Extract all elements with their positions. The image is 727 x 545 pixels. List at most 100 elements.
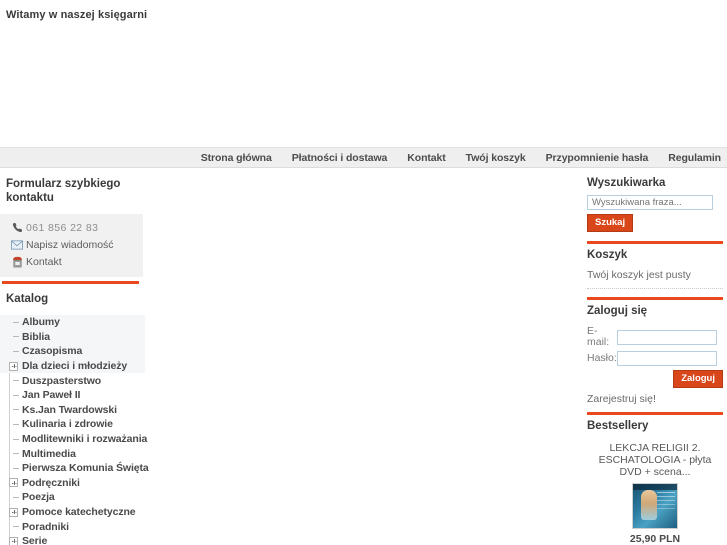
bestseller-price: 25,90 PLN — [629, 533, 681, 545]
catalog-item[interactable]: Modlitewniki i rozważania — [0, 432, 148, 447]
catalog-tree: Albumy Biblia Czasopisma Dla dzieci i młodz… — [0, 315, 149, 545]
register-link[interactable]: Zarejestruj się! — [583, 388, 727, 405]
catalog-item[interactable]: Albumy — [0, 315, 145, 330]
catalog-item-label: Serie — [22, 535, 48, 545]
login-email-label: E-mail: — [587, 325, 610, 348]
cart-title: Koszyk — [587, 249, 628, 261]
right-sidebar: Wyszukiwarka Szukaj Koszyk Twój koszyk j… — [579, 168, 727, 545]
catalog-item[interactable]: Duszpasterstwo — [0, 373, 145, 388]
login-submit-button[interactable]: Zaloguj — [673, 370, 723, 388]
login-email-input[interactable] — [617, 329, 717, 345]
nav-item-cart[interactable]: Twój koszyk — [466, 152, 526, 164]
tree-dash-icon — [4, 409, 22, 411]
catalog-item-label: Poezja — [22, 491, 55, 504]
quick-contact-message-row[interactable]: Napisz wiadomość — [0, 236, 143, 253]
catalog-item[interactable]: Ks.Jan Twardowski — [0, 403, 145, 418]
tree-dash-icon — [4, 321, 22, 323]
mailbox-icon — [8, 256, 26, 268]
bestsellers-title: Bestsellery — [587, 420, 649, 432]
search-title: Wyszukiwarka — [587, 177, 666, 189]
catalog-item-label: Kulinaria i zdrowie — [22, 418, 113, 431]
catalog-item[interactable]: Podręczniki — [0, 476, 145, 491]
thumbnail-top-strip — [633, 484, 677, 490]
quick-contact-contact-row[interactable]: Kontakt — [0, 253, 143, 270]
catalog-title: Katalog — [6, 293, 49, 305]
phone-icon — [8, 222, 26, 233]
catalog-item-label: Albumy — [22, 316, 60, 329]
tree-dash-icon — [4, 350, 22, 352]
catalog-item-label: Biblia — [22, 330, 50, 343]
nav-item-terms[interactable]: Regulamin — [668, 152, 721, 164]
page-body: Formularz szybkiego kontaktu 061 856 22 … — [0, 168, 727, 545]
catalog-item[interactable]: Jan Paweł II — [0, 388, 145, 403]
catalog-item[interactable]: Pomoce katechetyczne — [0, 505, 145, 520]
nav-item-payments[interactable]: Płatności i dostawa — [292, 152, 388, 164]
login-password-row: Hasło: — [587, 351, 727, 366]
login-password-input[interactable] — [617, 351, 717, 366]
tree-dash-icon — [4, 453, 22, 455]
catalog-item[interactable]: Czasopisma — [0, 344, 145, 359]
tree-dash-icon — [4, 526, 22, 528]
catalog-item-label: Jan Paweł II — [22, 389, 81, 402]
catalog-item[interactable]: Biblia — [0, 329, 145, 345]
tree-dash-icon — [4, 380, 22, 382]
cart-divider-dotted — [587, 288, 723, 289]
catalog-list: Albumy Biblia Czasopisma Dla dzieci i młodz… — [0, 315, 149, 545]
search-divider-orange — [587, 241, 723, 244]
left-sidebar: Formularz szybkiego kontaktu 061 856 22 … — [0, 168, 149, 545]
expand-plus-icon[interactable] — [4, 361, 22, 371]
bestseller-product-thumbnail[interactable] — [632, 483, 678, 529]
tree-dash-icon — [4, 438, 22, 440]
catalog-item-label: Modlitewniki i rozważania — [22, 433, 148, 446]
quick-contact-phone-row[interactable]: 061 856 22 83 — [0, 219, 143, 236]
tree-dash-icon — [4, 336, 22, 338]
catalog-item[interactable]: Multimedia — [0, 446, 145, 461]
catalog-item-label: Duszpasterstwo — [22, 374, 102, 387]
nav-item-password-reminder[interactable]: Przypomnienie hasła — [546, 152, 649, 164]
welcome-text: Witamy w naszej księgarni — [6, 9, 148, 21]
login-title: Zaloguj się — [587, 305, 648, 317]
expand-plus-icon[interactable] — [4, 478, 22, 488]
login-email-row: E-mail: — [587, 326, 727, 348]
login-password-label: Hasło: — [587, 352, 617, 364]
quick-contact-contact-label: Kontakt — [26, 255, 62, 268]
tree-dash-icon — [4, 467, 22, 469]
catalog-item[interactable]: Dla dzieci i młodzieży — [0, 358, 145, 374]
nav-item-home[interactable]: Strona główna — [201, 152, 272, 164]
catalog-item[interactable]: Serie — [0, 534, 145, 545]
bestseller-product-name[interactable]: LEKCJA RELIGII 2. ESCHATOLOGIA - płyta D… — [583, 438, 727, 478]
quick-contact-message-label: Napisz wiadomość — [26, 238, 114, 251]
quick-contact-phone-number: 061 856 22 83 — [26, 221, 99, 234]
tree-dash-icon — [4, 496, 22, 498]
catalog-item-label: Ks.Jan Twardowski — [22, 403, 117, 416]
bestsellers-divider-orange — [587, 412, 723, 415]
expand-plus-icon[interactable] — [4, 536, 22, 545]
welcome-bar: Witamy w naszej księgarni — [0, 0, 727, 22]
banner-area — [0, 22, 727, 147]
catalog-item[interactable]: Kulinaria i zdrowie — [0, 417, 145, 432]
quick-contact-title: Formularz szybkiego kontaktu — [6, 178, 121, 204]
catalog-item-label: Czasopisma — [22, 345, 83, 358]
catalog-item-label: Pierwsza Komunia Święta — [22, 462, 149, 475]
envelope-icon — [8, 240, 26, 250]
catalog-item-label: Podręczniki — [22, 476, 80, 489]
catalog-item-label: Multimedia — [22, 447, 76, 460]
quick-contact-box: 061 856 22 83 Napisz wiadomość Kontakt — [0, 214, 143, 277]
tree-dash-icon — [4, 394, 22, 396]
thumbnail-figure — [641, 490, 657, 520]
catalog-item[interactable]: Poezja — [0, 490, 145, 505]
catalog-item-label: Dla dzieci i młodzieży — [22, 360, 128, 373]
login-divider-orange — [587, 297, 723, 300]
tree-dash-icon — [4, 423, 22, 425]
search-input[interactable] — [587, 195, 713, 210]
catalog-item[interactable]: Pierwsza Komunia Święta — [0, 461, 149, 476]
cart-empty-text: Twój koszyk jest pusty — [587, 269, 691, 281]
catalog-item[interactable]: Poradniki — [0, 519, 145, 534]
nav-item-contact[interactable]: Kontakt — [407, 152, 445, 164]
thumbnail-text-lines — [657, 492, 675, 493]
catalog-item-label: Pomoce katechetyczne — [22, 506, 136, 519]
expand-plus-icon[interactable] — [4, 507, 22, 517]
login-button-row: Zaloguj — [583, 366, 727, 388]
top-navigation: Strona główna Płatności i dostawa Kontak… — [0, 147, 727, 168]
search-button[interactable]: Szukaj — [587, 214, 634, 232]
